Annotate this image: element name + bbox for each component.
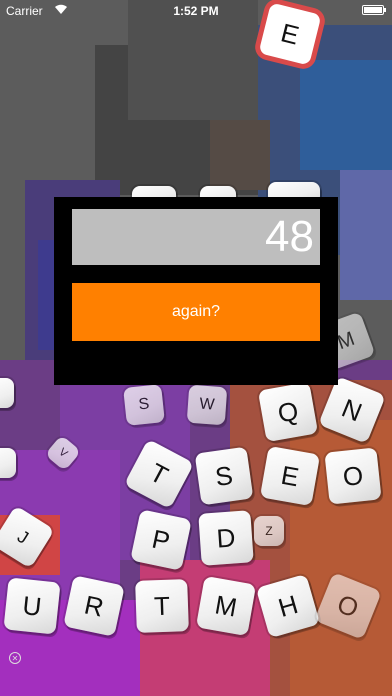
letter-tile[interactable]: P — [130, 509, 192, 571]
score-value: 48 — [265, 212, 314, 261]
close-icon[interactable]: ✕ — [9, 652, 21, 664]
score-display: 48 — [72, 209, 320, 265]
letter-tile[interactable]: R — [63, 575, 125, 637]
letter-tile[interactable] — [0, 448, 16, 478]
game-over-dialog: 48 again? — [54, 197, 338, 385]
clock-time: 1:52 PM — [173, 4, 219, 18]
letter-tile[interactable]: W — [186, 384, 228, 426]
letter-tile[interactable]: T — [135, 579, 189, 633]
letter-tile[interactable]: S — [194, 446, 254, 506]
background-block — [300, 60, 392, 170]
status-bar: Carrier 1:52 PM — [0, 0, 392, 22]
letter-tile[interactable] — [0, 378, 14, 408]
background-block — [340, 170, 392, 300]
letter-tile[interactable]: M — [195, 575, 257, 637]
letter-tile[interactable]: E — [259, 445, 321, 507]
letter-tile[interactable]: U — [3, 577, 61, 635]
play-again-button[interactable]: again? — [72, 283, 320, 341]
letter-tile[interactable]: S — [123, 384, 165, 426]
letter-tile[interactable]: O — [324, 447, 382, 505]
letter-tile[interactable]: Z — [254, 516, 284, 546]
letter-tile[interactable]: D — [198, 510, 254, 566]
battery-icon — [362, 5, 386, 15]
background-block — [210, 120, 270, 190]
letter-tile[interactable]: Q — [257, 381, 319, 443]
